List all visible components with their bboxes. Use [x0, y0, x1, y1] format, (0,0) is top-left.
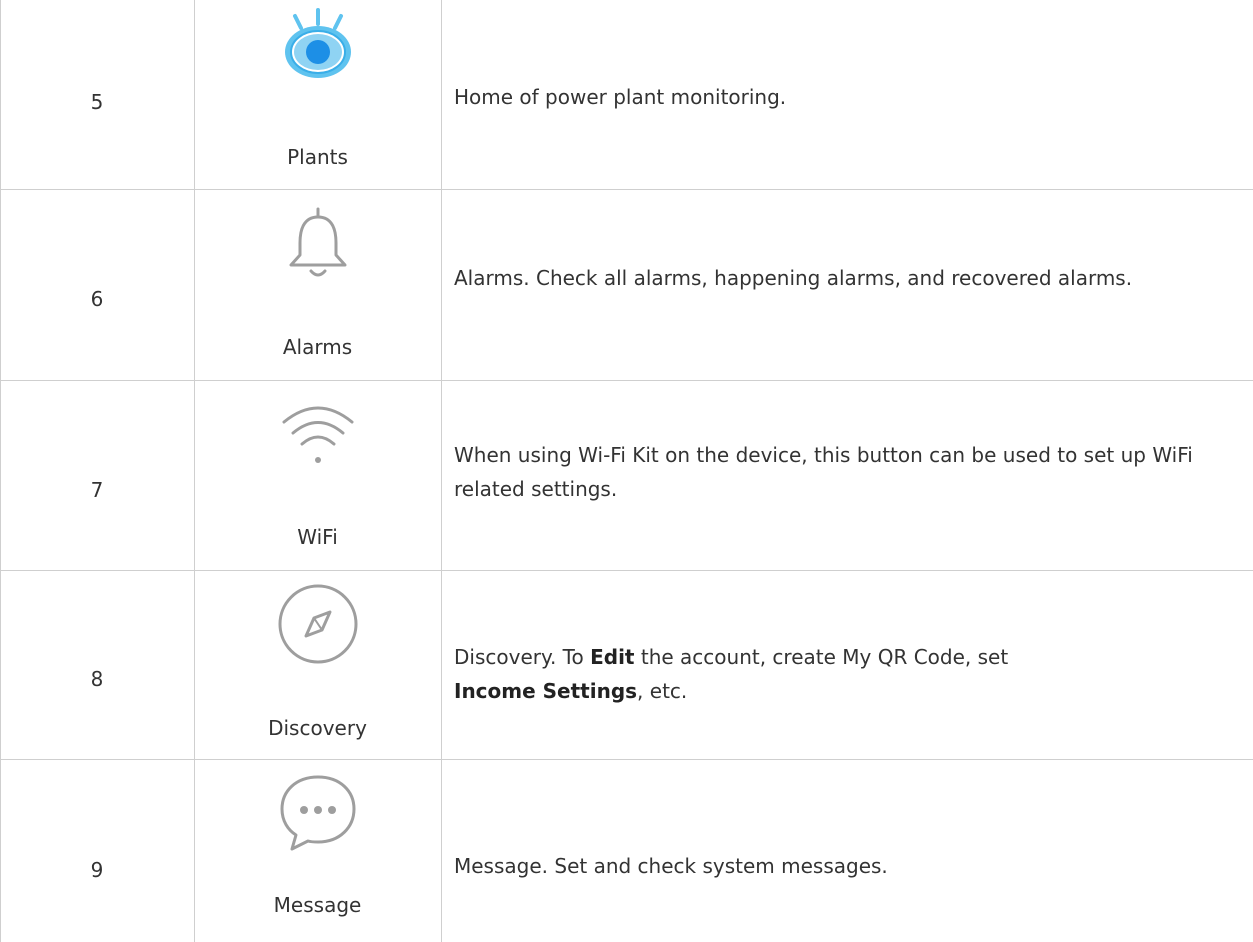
feature-table: 5 Plants Home of power plant monitoring.…: [0, 0, 1253, 942]
row-description: Discovery. To Edit the account, create M…: [454, 645, 1009, 703]
table-row: 9 Message Message. Set and check system …: [0, 759, 1253, 942]
edit-term: Edit: [590, 645, 635, 669]
table-row: 6 Alarms Alarms. Check all alarms, happe…: [0, 189, 1253, 380]
income-settings-term: Income Settings: [454, 679, 638, 703]
icon-cell: Plants: [194, 0, 441, 189]
table-row: 8 Discovery Discovery. To Edit the accou…: [0, 570, 1253, 759]
icon-label: Message: [273, 893, 362, 917]
row-number: 8: [90, 667, 104, 691]
table-row: 7 WiFi When using Wi-Fi Kit on the devic…: [0, 380, 1253, 570]
icon-cell: WiFi: [194, 380, 441, 570]
eye-icon: [284, 8, 351, 78]
bell-icon: [289, 207, 346, 277]
wifi-icon: [282, 406, 353, 463]
icon-cell: Alarms: [194, 189, 441, 380]
icon-label: Alarms: [282, 335, 353, 359]
row-description: Message. Set and check system messages.: [454, 854, 888, 878]
icon-cell: Message: [194, 759, 441, 942]
row-number: 7: [90, 478, 104, 502]
icon-label: WiFi: [297, 525, 338, 549]
row-number: 5: [90, 90, 104, 114]
icon-label: Discovery: [268, 716, 367, 740]
row-number: 6: [90, 287, 104, 311]
icon-cell: Discovery: [194, 570, 441, 759]
table-row: 5 Plants Home of power plant monitoring.: [0, 0, 1253, 189]
compass-icon: [278, 584, 357, 664]
row-description: Home of power plant monitoring.: [454, 85, 787, 109]
icon-label: Plants: [287, 145, 348, 169]
row-number: 9: [90, 858, 104, 882]
message-icon: [280, 775, 355, 851]
row-description: When using Wi-Fi Kit on the device, this…: [454, 443, 1193, 501]
row-description: Alarms. Check all alarms, happening alar…: [454, 266, 1133, 290]
